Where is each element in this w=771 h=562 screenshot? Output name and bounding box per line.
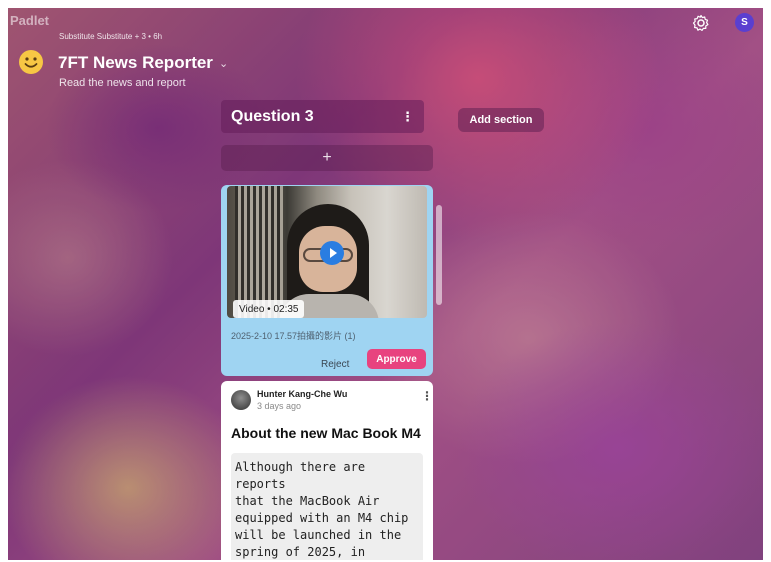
author-avatar	[231, 390, 251, 410]
plus-icon: +	[322, 149, 332, 166]
add-post-button[interactable]: +	[221, 145, 433, 171]
board-description: Read the news and report	[59, 77, 186, 89]
chevron-down-icon[interactable]: ⌄	[219, 57, 228, 70]
post-body: Although there are reports that the MacB…	[231, 453, 423, 560]
post-timestamp: 3 days ago	[257, 401, 302, 411]
post-title: About the new Mac Book M4	[231, 425, 421, 441]
text-post-card[interactable]: Hunter Kang-Che Wu 3 days ago ⋮ About th…	[221, 381, 433, 560]
play-icon[interactable]	[320, 241, 344, 265]
user-avatar[interactable]: S	[735, 13, 754, 32]
board-canvas: Padlet Substitute Substitute + 3 • 6h 7F…	[8, 8, 763, 560]
board-title-text: 7FT News Reporter	[58, 53, 213, 72]
thumbnail-blinds	[235, 186, 283, 318]
reject-button[interactable]: Reject	[321, 359, 349, 370]
video-duration-badge: Video • 02:35	[233, 300, 305, 318]
video-caption: 2025-2-10 17.57拍攝的影片 (1)	[231, 331, 356, 341]
smiley-icon	[18, 49, 44, 75]
section-title: Question 3	[231, 107, 314, 125]
section-scrollbar[interactable]	[436, 205, 442, 305]
add-section-button[interactable]: Add section	[458, 108, 544, 132]
gear-icon[interactable]	[691, 13, 711, 33]
author-name: Hunter Kang-Che Wu	[257, 389, 348, 399]
more-vertical-icon[interactable]: ⋮	[401, 109, 414, 125]
board-meta: Substitute Substitute + 3 • 6h	[59, 32, 163, 41]
padlet-logo[interactable]: Padlet	[10, 13, 49, 28]
video-post-card[interactable]: Video • 02:35 2025-2-10 17.57拍攝的影片 (1) R…	[221, 185, 433, 376]
more-vertical-icon[interactable]: ⋮	[421, 389, 433, 403]
approve-button[interactable]: Approve	[367, 349, 426, 369]
video-thumbnail[interactable]: Video • 02:35	[227, 186, 427, 318]
board-title[interactable]: 7FT News Reporter ⌄	[58, 53, 228, 73]
section-header[interactable]: Question 3 ⋮	[221, 100, 424, 133]
